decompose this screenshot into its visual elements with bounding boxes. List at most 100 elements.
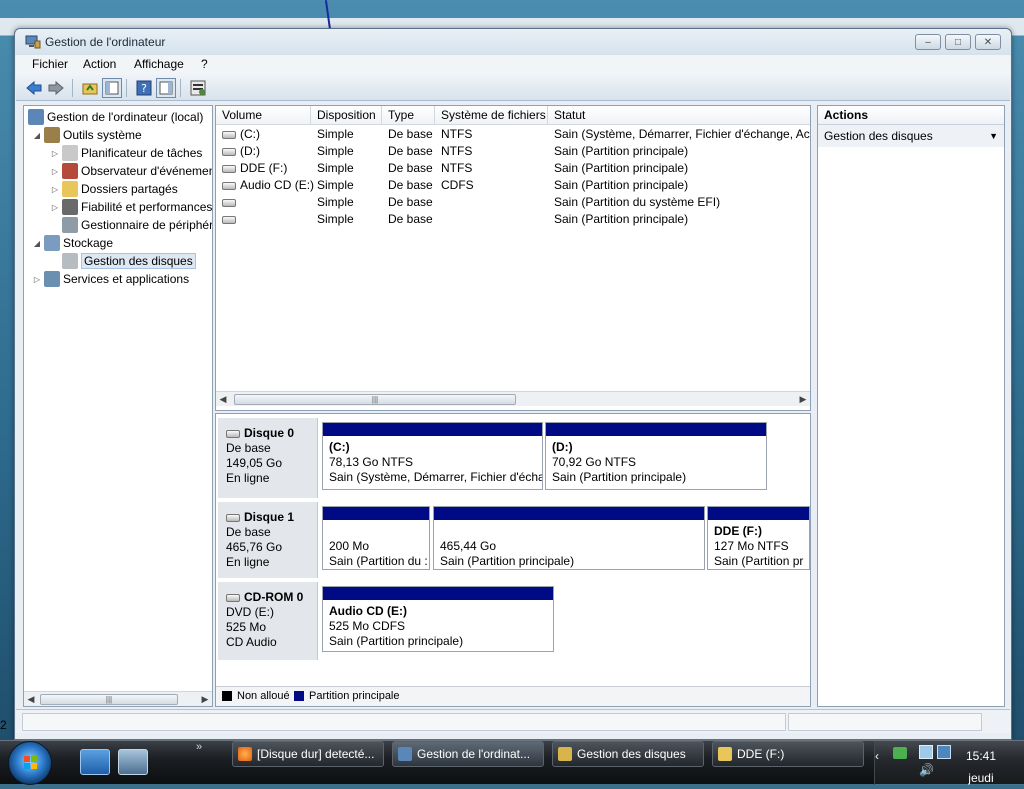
tree-item[interactable]: ▷ Fiabilité et performances	[50, 198, 212, 216]
help-icon[interactable]: ?	[134, 78, 154, 98]
volume-icon[interactable]: 🔊	[919, 763, 934, 777]
toolbar-separator	[180, 79, 181, 97]
tree-item[interactable]: Gestion des disques	[50, 252, 196, 270]
tree-item[interactable]: Gestion de l'ordinateur (local)	[26, 108, 203, 126]
table-row[interactable]: Simple De base Sain (Partition principale)	[216, 211, 810, 228]
show-hidden-icons[interactable]: ‹	[875, 749, 879, 763]
scroll-left-icon[interactable]: ◀	[24, 692, 38, 706]
close-button[interactable]: ✕	[975, 34, 1001, 50]
tree-item[interactable]: Gestionnaire de périphériques	[50, 216, 212, 234]
table-cell: Simple	[317, 195, 354, 209]
disk-icon	[226, 593, 240, 602]
tree-item[interactable]: ◢ Stockage	[32, 234, 113, 252]
services-icon	[44, 271, 60, 287]
disk-icon	[226, 513, 240, 522]
disk-management-icon	[558, 747, 572, 761]
table-cell: Simple	[317, 127, 354, 141]
column-filesystem[interactable]: Système de fichiers	[435, 106, 548, 125]
tree-item[interactable]: ▷ Observateur d'événements	[50, 162, 212, 180]
table-row[interactable]: DDE (F:) Simple De base NTFS Sain (Partition…	[216, 160, 810, 177]
partition-status: Sain (Partition principale)	[440, 554, 575, 568]
volume-name: Audio CD (E:)	[240, 178, 315, 192]
scroll-left-icon[interactable]: ◀	[216, 392, 230, 407]
menu-action[interactable]: Action	[83, 57, 116, 71]
task-button-computer-management[interactable]: Gestion de l'ordinat...	[392, 741, 544, 767]
partition-block[interactable]: 200 Mo Sain (Partition du :	[322, 506, 430, 570]
disk-name: Disque 0	[226, 426, 317, 441]
forward-arrow-icon[interactable]	[46, 78, 66, 98]
expand-arrow-icon[interactable]: ▷	[50, 149, 60, 158]
task-button-dde[interactable]: DDE (F:)	[712, 741, 864, 767]
title-bar[interactable]: Gestion de l'ordinateur – □ ✕	[15, 29, 1011, 55]
menu-fichier[interactable]: Fichier	[32, 57, 68, 71]
disk-label[interactable]: Disque 0 De base 149,05 Go En ligne	[218, 418, 318, 498]
disk-name: Disque 1	[226, 510, 317, 525]
column-status[interactable]: Statut	[548, 106, 810, 125]
tree-item[interactable]: ▷ Services et applications	[32, 270, 189, 288]
tree-item[interactable]: ▷ Dossiers partagés	[50, 180, 178, 198]
show-desktop-icon[interactable]	[80, 749, 110, 775]
table-cell: NTFS	[441, 161, 473, 175]
column-volume[interactable]: Volume	[216, 106, 311, 125]
table-cell: Sain (Partition du système EFI)	[554, 195, 721, 209]
scroll-thumb[interactable]: |||	[234, 394, 516, 405]
disk-row: Disque 1 De base 465,76 Go En ligne 200 Mo S…	[216, 502, 810, 578]
disk-label[interactable]: CD-ROM 0 DVD (E:) 525 Mo CD Audio	[218, 582, 318, 660]
maximize-button[interactable]: □	[945, 34, 971, 50]
back-arrow-icon[interactable]	[24, 78, 44, 98]
expand-arrow-icon[interactable]: ◢	[32, 131, 42, 140]
power-icon[interactable]	[919, 745, 933, 759]
partition-block[interactable]: 465,44 Go Sain (Partition principale)	[433, 506, 705, 570]
expand-arrow-icon[interactable]: ▷	[50, 203, 60, 212]
network-icon[interactable]	[937, 745, 951, 759]
tree-item[interactable]: ◢ Outils système	[32, 126, 142, 144]
column-disposition[interactable]: Disposition	[311, 106, 382, 125]
clock[interactable]: 15:41 jeudi	[966, 745, 996, 789]
task-button-disque-dur[interactable]: [Disque dur] detecté...	[232, 741, 384, 767]
more-quicklaunch-icon[interactable]: »	[196, 741, 202, 753]
tree-item-label: Dossiers partagés	[81, 182, 178, 196]
disk-info: De base	[226, 441, 271, 455]
task-button-disk-management[interactable]: Gestion des disques	[552, 741, 704, 767]
partition-block[interactable]: DDE (F:) 127 Mo NTFS Sain (Partition pr	[707, 506, 810, 570]
tree-horizontal-scrollbar[interactable]: ◀ ||| ▶	[24, 691, 212, 706]
expand-arrow-icon[interactable]: ▷	[50, 167, 60, 176]
menu-affichage[interactable]: Affichage	[134, 57, 184, 71]
switch-windows-icon[interactable]	[118, 749, 148, 775]
disk-label[interactable]: Disque 1 De base 465,76 Go En ligne	[218, 502, 318, 578]
partition-bar	[434, 507, 704, 520]
table-row[interactable]: (D:) Simple De base NTFS Sain (Partition pri…	[216, 143, 810, 160]
partition-block[interactable]: (D:) 70,92 Go NTFS Sain (Partition princip…	[545, 422, 767, 490]
safely-remove-icon[interactable]	[893, 747, 907, 759]
tree-item-label: Stockage	[63, 236, 114, 250]
tree-item-label: Fiabilité et performances	[81, 200, 213, 214]
scroll-right-icon[interactable]: ▶	[198, 692, 212, 706]
up-folder-icon[interactable]	[80, 78, 100, 98]
show-tree-icon[interactable]	[102, 78, 122, 98]
menu-help[interactable]: ?	[201, 57, 208, 71]
table-row[interactable]: Audio CD (E:) Simple De base CDFS Sain (Part…	[216, 177, 810, 194]
list-horizontal-scrollbar[interactable]: ◀ ||| ▶	[216, 391, 810, 406]
start-button[interactable]	[8, 741, 52, 785]
partition-block[interactable]: Audio CD (E:) 525 Mo CDFS Sain (Partition …	[322, 586, 554, 652]
dropdown-arrow-icon[interactable]: ▼	[989, 125, 998, 147]
scroll-thumb[interactable]: |||	[40, 694, 178, 705]
table-row[interactable]: Simple De base Sain (Partition du système …	[216, 194, 810, 211]
partition-block[interactable]: (C:) 78,13 Go NTFS Sain (Système, Démarrer…	[322, 422, 543, 490]
minimize-button[interactable]: –	[915, 34, 941, 50]
expand-arrow-icon[interactable]: ▷	[50, 185, 60, 194]
tree-item[interactable]: ▷ Planificateur de tâches	[50, 144, 202, 162]
show-action-pane-icon[interactable]	[156, 78, 176, 98]
properties-icon[interactable]	[188, 78, 208, 98]
table-row[interactable]: (C:) Simple De base NTFS Sain (Système, Déma…	[216, 126, 810, 143]
disk-name-text: Disque 1	[244, 510, 295, 524]
disk-info: 149,05 Go	[226, 456, 283, 470]
expand-arrow-icon[interactable]: ◢	[32, 239, 42, 248]
column-type[interactable]: Type	[382, 106, 435, 125]
table-cell: Sain (Partition principale)	[554, 212, 689, 226]
actions-disk-management[interactable]: Gestion des disques ▼	[818, 125, 1004, 147]
scroll-right-icon[interactable]: ▶	[796, 392, 810, 407]
windows-logo-icon	[24, 756, 37, 769]
expand-arrow-icon[interactable]: ▷	[32, 275, 42, 284]
status-cell	[22, 713, 786, 731]
